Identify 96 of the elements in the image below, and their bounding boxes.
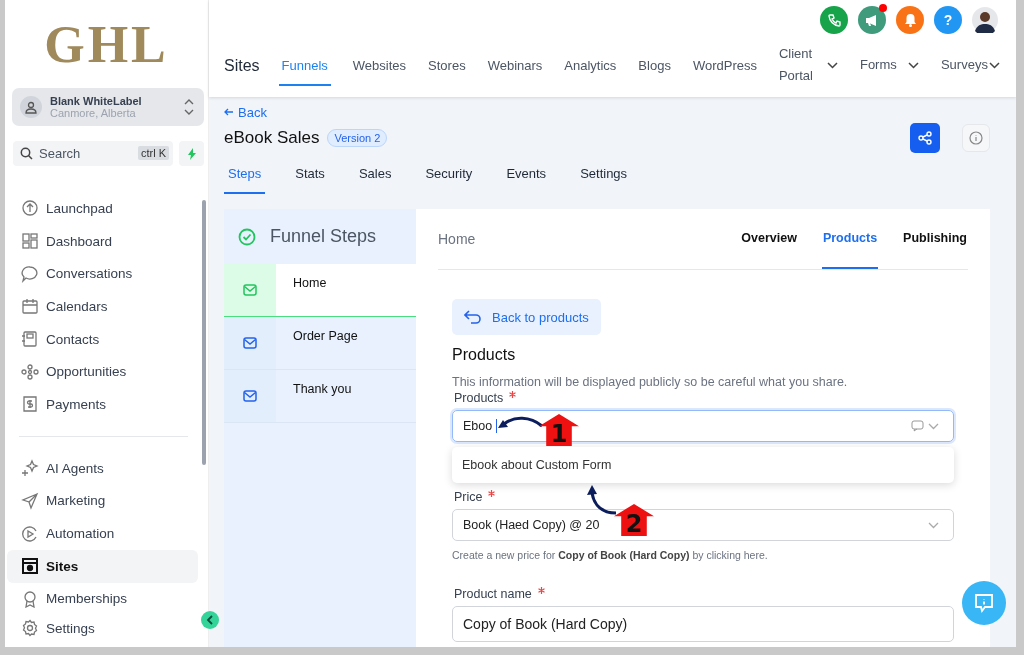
check-circle-icon	[238, 227, 256, 246]
user-avatar[interactable]	[972, 7, 998, 33]
field-label: Product name	[454, 587, 954, 601]
back-link[interactable]: Back	[224, 105, 990, 119]
logo: GHL	[43, 15, 170, 75]
sidebar-item[interactable]: Launchpad	[7, 192, 198, 225]
shortcut-hint: ctrl K	[137, 146, 169, 160]
step-tab[interactable]: Publishing	[902, 209, 968, 269]
account-location: Canmore, Alberta	[50, 107, 137, 119]
grid-icon	[21, 232, 39, 251]
play-circle-icon	[21, 524, 39, 543]
top-nav-tab[interactable]: Analytics	[564, 46, 617, 86]
return-arrow-icon	[464, 310, 482, 324]
page-tab[interactable]: Sales	[354, 160, 396, 194]
help-chat-button[interactable]	[962, 581, 1006, 625]
sidebar-item[interactable]: Settings	[7, 619, 198, 638]
breadcrumb: Home	[438, 231, 476, 247]
top-nav-tab[interactable]: Stores	[428, 46, 466, 86]
sidebar-item[interactable]: Opportunities	[7, 355, 198, 389]
sidebar-item[interactable]: Automation	[7, 517, 198, 550]
sidebar-item[interactable]: Marketing	[7, 484, 198, 518]
share-icon	[918, 131, 932, 145]
megaphone-icon	[865, 13, 879, 27]
share-button[interactable]	[910, 123, 940, 153]
top-nav-tab[interactable]: WordPress	[692, 46, 757, 86]
account-name: Blank WhiteLabel	[50, 95, 143, 107]
user-icon	[20, 96, 42, 118]
account-switcher[interactable]: Blank WhiteLabel Canmore, Alberta	[12, 88, 204, 126]
page-tab[interactable]: Steps	[224, 160, 266, 194]
sidebar-item[interactable]: Dashboard	[7, 224, 198, 258]
search-icon	[20, 147, 33, 160]
product-name-field[interactable]: Copy of Book (Hard Copy)	[452, 606, 954, 642]
page-title: eBook Sales	[224, 128, 320, 148]
top-nav-tab[interactable]: Forms	[859, 46, 919, 86]
form-description: This information will be displayed publicly so be careful what you share.	[452, 375, 849, 389]
top-nav-tab[interactable]: Surveys	[940, 46, 1000, 86]
envelope-icon	[243, 390, 257, 402]
chat-bubble-icon	[21, 264, 39, 283]
funnel-step[interactable]: Thank you	[224, 370, 416, 423]
calendar-icon	[21, 297, 39, 316]
phone-icon	[827, 13, 841, 27]
browser-window-icon	[21, 557, 39, 576]
award-icon	[21, 589, 39, 608]
announcement-button[interactable]	[858, 6, 886, 34]
top-nav-tab[interactable]: Websites	[352, 46, 407, 86]
bell-icon	[903, 13, 917, 27]
chat-info-icon	[973, 592, 995, 614]
sidebar-item[interactable]: Conversations	[7, 257, 198, 291]
upload-icon	[21, 199, 39, 218]
steps-title: Funnel Steps	[270, 226, 377, 247]
lightning-icon	[185, 147, 198, 160]
chevron-down-icon	[928, 521, 939, 529]
collapse-sidebar-button[interactable]	[201, 611, 219, 629]
top-nav-tab[interactable]: Funnels	[278, 46, 331, 86]
sidebar-item[interactable]: Sites	[7, 549, 198, 583]
settings-icon	[21, 619, 39, 638]
chevron-updown-icon	[184, 99, 194, 115]
dropdown-option[interactable]: Ebook about Custom Form	[452, 447, 954, 483]
field-label: Products	[454, 391, 954, 405]
top-nav-tab[interactable]: Webinars	[487, 46, 543, 86]
back-to-products-button[interactable]: Back to products	[452, 299, 601, 335]
contact-card-icon	[21, 330, 39, 349]
left-arrow-icon	[224, 108, 233, 116]
price-hint: Create a new price for Copy of Book (Hard Copy) by clicking here.	[452, 549, 769, 561]
chevron-left-icon	[206, 615, 214, 625]
page-tab[interactable]: Events	[502, 160, 551, 194]
top-nav-tab[interactable]: Blogs	[638, 46, 671, 86]
paper-plane-icon	[21, 491, 39, 510]
info-icon	[969, 131, 983, 145]
sparkle-icon	[21, 459, 39, 478]
top-nav-tab[interactable]: Client Portal	[778, 46, 838, 86]
step-tab[interactable]: Overview	[740, 209, 798, 269]
form-section-title: Products	[452, 346, 517, 364]
funnel-step[interactable]: Order Page	[224, 317, 416, 370]
funnel-step[interactable]: Home	[224, 264, 416, 317]
sidebar-item[interactable]: AI Agents	[7, 451, 198, 485]
phone-button[interactable]	[820, 6, 848, 34]
notifications-button[interactable]	[896, 6, 924, 34]
field-label: Price	[454, 490, 954, 504]
quick-action-button[interactable]	[179, 141, 204, 166]
sidebar-item[interactable]: Contacts	[7, 322, 198, 356]
section-title: Sites	[224, 57, 260, 75]
dots-cluster-icon	[21, 362, 39, 381]
info-button[interactable]	[962, 124, 990, 152]
page-tab[interactable]: Security	[421, 160, 477, 194]
page-tab[interactable]: Stats	[291, 160, 329, 194]
dollar-receipt-icon	[21, 395, 39, 414]
page-tab[interactable]: Settings	[576, 160, 632, 194]
envelope-icon	[243, 337, 257, 349]
version-badge: Version 2	[327, 129, 388, 147]
chevron-down-icon	[928, 422, 939, 430]
step-tab[interactable]: Products	[821, 209, 879, 269]
sidebar-item[interactable]: Calendars	[7, 290, 198, 323]
envelope-icon	[243, 284, 257, 296]
sidebar-item[interactable]: Memberships	[7, 582, 198, 616]
sidebar-item[interactable]: Payments	[7, 388, 198, 421]
